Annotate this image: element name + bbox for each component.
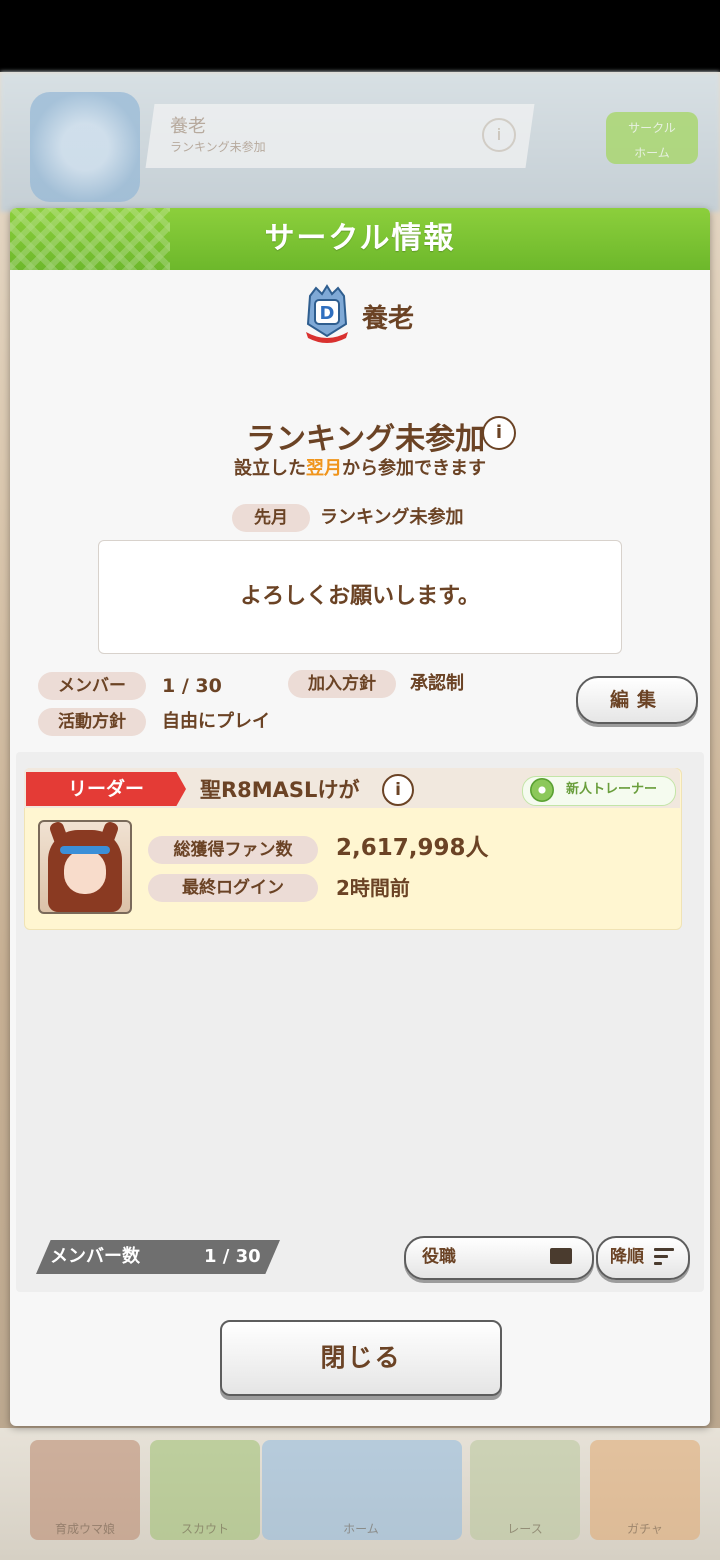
- laurel-icon: [530, 778, 554, 802]
- fans-value: 2,617,998人: [336, 835, 489, 861]
- status-bar: [0, 0, 720, 72]
- background-info-icon: i: [482, 118, 516, 152]
- background-green-button: サークル ホーム: [606, 112, 698, 164]
- member-info-icon[interactable]: i: [382, 774, 414, 806]
- last-month-value: ランキング未参加: [320, 507, 464, 528]
- nav-label: 育成ウマ娘: [54, 1522, 115, 1536]
- role-filter-label: 役職: [422, 1247, 456, 1267]
- last-login-label: 最終ログイン: [148, 874, 318, 902]
- background-circle-name: 養老: [170, 116, 206, 137]
- join-policy-label: 加入方針: [288, 670, 396, 698]
- edit-button[interactable]: 編集: [576, 676, 698, 724]
- sort-order-label: 降順: [610, 1247, 644, 1267]
- member-avatar[interactable]: [38, 820, 132, 914]
- background-circle-emblem-icon: [30, 92, 140, 202]
- close-button[interactable]: 閉じる: [220, 1320, 502, 1396]
- circle-info-dialog: サークル情報 D 養老 ランキング未参加 i 設立した翌月から参加できます 先月…: [10, 208, 710, 1426]
- fans-label: 総獲得ファン数: [148, 836, 318, 864]
- background-circle-status: ランキング未参加: [170, 140, 266, 154]
- last-login-value: 2時間前: [336, 876, 410, 900]
- svg-text:D: D: [320, 303, 335, 324]
- ranking-status: ランキング未参加: [246, 422, 486, 457]
- ranking-note-highlight: 翌月: [306, 458, 342, 479]
- circle-name: 養老: [362, 304, 415, 334]
- activity-value: 自由にプレイ: [162, 711, 270, 732]
- window-stack-icon: [550, 1248, 572, 1264]
- nav-label: ホーム: [343, 1522, 379, 1536]
- nav-label: スカウト: [180, 1522, 229, 1536]
- dialog-title: サークル情報: [264, 221, 456, 256]
- ranking-info-icon[interactable]: i: [482, 416, 516, 450]
- activity-label: 活動方針: [38, 708, 146, 736]
- leader-tag: リーダー: [26, 772, 186, 806]
- circle-comment: よろしくお願いします。: [240, 584, 480, 609]
- circle-comment-box: よろしくお願いします。: [98, 540, 622, 654]
- nav-label: レース: [507, 1522, 543, 1536]
- nav-label: ガチャ: [627, 1522, 663, 1536]
- ranking-note: 設立した翌月から参加できます: [234, 458, 486, 479]
- member-count-label: メンバー数: [50, 1246, 140, 1267]
- member-count-value: 1 / 30: [204, 1246, 261, 1267]
- sort-lines-icon: [654, 1248, 674, 1266]
- join-policy-value: 承認制: [410, 673, 464, 694]
- dialog-header: サークル情報: [10, 208, 710, 270]
- members-value: 1 / 30: [162, 675, 222, 697]
- trainer-rank-label: 新人トレーナー: [566, 782, 658, 797]
- circle-rank-emblem-icon: D: [306, 284, 348, 343]
- last-month-label: 先月: [232, 504, 310, 532]
- member-name: 聖R8MASLけが: [200, 778, 360, 802]
- members-label: メンバー: [38, 672, 146, 700]
